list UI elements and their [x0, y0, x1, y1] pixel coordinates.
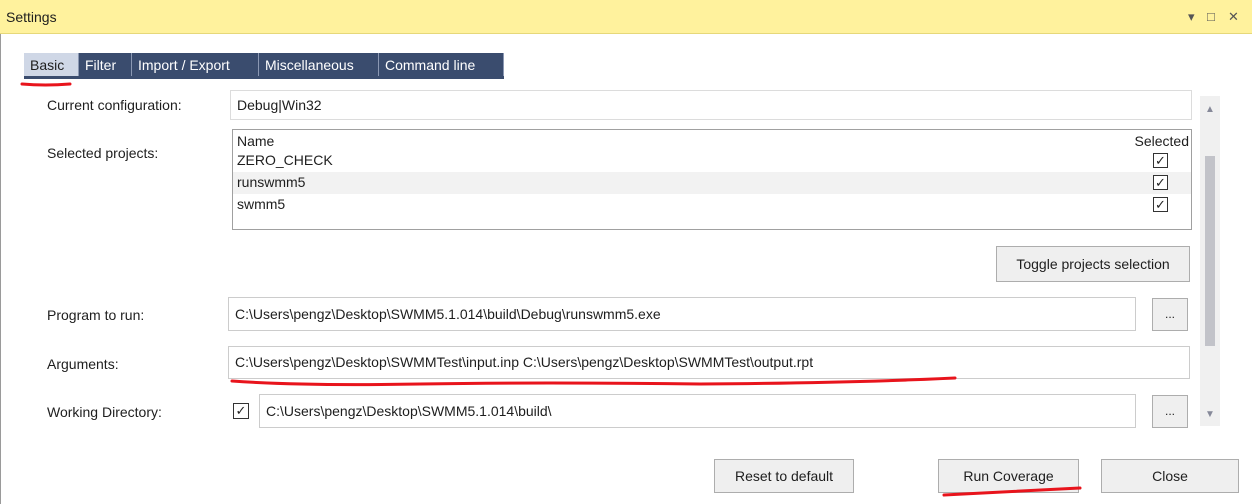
annotation-marks	[20, 82, 1082, 497]
basic-tab-underline-mark	[20, 82, 72, 87]
run-coverage-underline-mark	[942, 486, 1082, 497]
arguments-underline-mark	[230, 376, 957, 387]
